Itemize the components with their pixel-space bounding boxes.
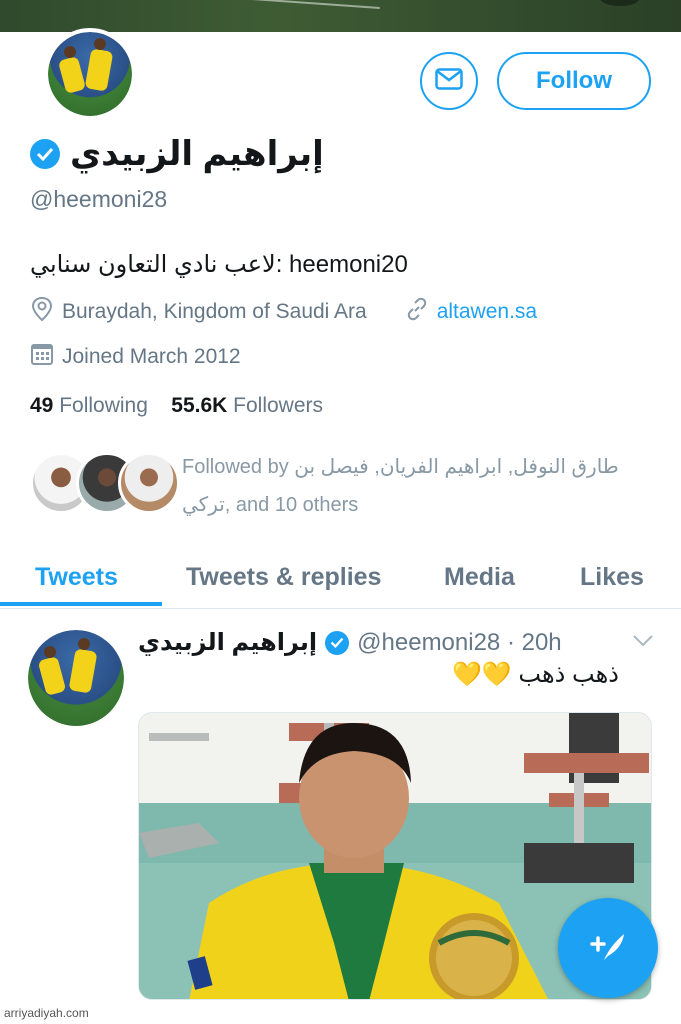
profile-banner[interactable]	[0, 0, 681, 32]
profile-joined: Joined March 2012	[62, 345, 241, 368]
location-pin-icon	[30, 296, 54, 328]
tweet-author-name[interactable]: إبراهيم الزبيدي	[138, 628, 317, 657]
profile-tabs: Tweets Tweets & replies Media Likes	[0, 545, 681, 609]
followers-label: Followers	[233, 394, 324, 417]
active-tab-indicator	[0, 602, 162, 606]
tab-tweets-and-replies[interactable]: Tweets & replies	[186, 545, 381, 609]
profile-bio: لاعب نادي التعاون سنابي: heemoni20	[30, 251, 408, 278]
tweet-meta: @heemoni28 · 20h	[357, 628, 562, 656]
mail-icon	[435, 67, 463, 95]
compose-tweet-button[interactable]	[558, 898, 658, 998]
tweet-avatar[interactable]	[28, 630, 124, 726]
tab-media[interactable]: Media	[444, 545, 515, 609]
tweet-header: إبراهيم الزبيدي @heemoni28 · 20h	[138, 628, 562, 657]
verified-icon	[30, 139, 60, 169]
follow-button[interactable]: Follow	[497, 52, 651, 110]
followers-count: 55.6K	[171, 394, 228, 417]
chevron-down-icon[interactable]	[632, 634, 654, 653]
profile-meta-location-row: Buraydah, Kingdom of Saudi Ara altawen.s…	[30, 296, 537, 328]
compose-tweet-icon	[588, 928, 628, 969]
followed-by-text[interactable]: Followed by طارق النوفل, ابراهيم الفريان…	[182, 448, 652, 524]
message-button[interactable]	[420, 52, 478, 110]
tab-tweets[interactable]: Tweets	[35, 545, 118, 609]
profile-avatar[interactable]	[44, 28, 136, 120]
followers-link[interactable]: 55.6K Followers	[171, 394, 323, 417]
tweet-text: ذهب ذهب 💛💛	[452, 661, 619, 688]
profile-meta-joined-row: Joined March 2012	[30, 342, 241, 372]
tab-likes[interactable]: Likes	[580, 545, 644, 609]
profile-name: إبراهيم الزبيدي	[70, 135, 324, 173]
profile-location: Buraydah, Kingdom of Saudi Ara	[62, 300, 367, 323]
calendar-icon	[30, 342, 54, 372]
profile-handle: @heemoni28	[30, 186, 168, 212]
followed-by-avatars[interactable]	[30, 452, 180, 514]
profile-counts: 49 Following 55.6K Followers	[30, 394, 323, 418]
profile-website-link[interactable]: altawen.sa	[437, 300, 537, 324]
avatar	[118, 452, 180, 514]
following-label: Following	[59, 394, 148, 417]
verified-icon	[325, 630, 350, 655]
watermark-text: arriyadiyah.com	[4, 1006, 89, 1020]
profile-name-row: إبراهيم الزبيدي	[30, 134, 324, 174]
following-count: 49	[30, 394, 54, 417]
following-link[interactable]: 49 Following	[30, 394, 148, 417]
link-icon	[405, 297, 429, 327]
